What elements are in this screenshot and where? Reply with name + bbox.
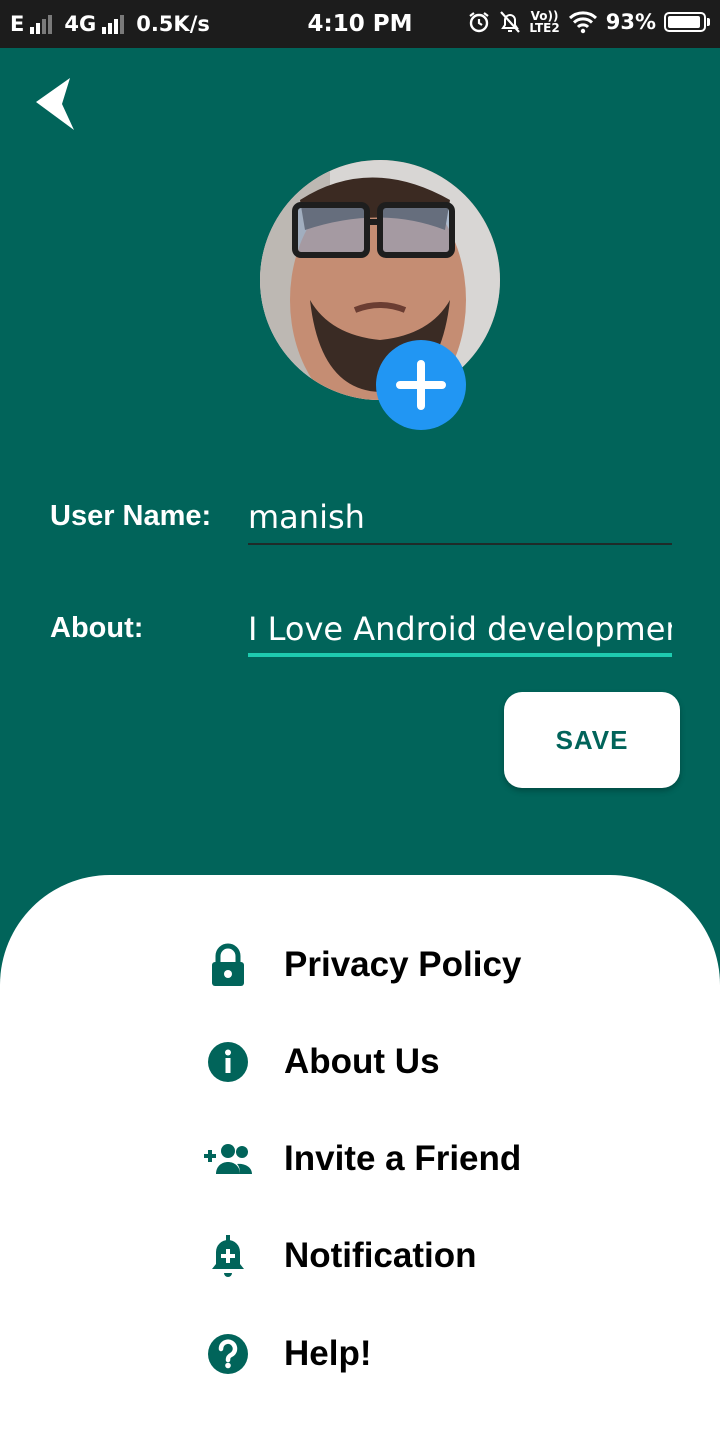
menu-item-label: Notification bbox=[284, 1236, 477, 1275]
help-icon bbox=[196, 1330, 260, 1378]
status-bar: E 4G 0.5K/s 4:10 PM Vo)) LTE2 93% bbox=[0, 0, 720, 48]
volte-indicator: Vo)) LTE2 bbox=[529, 9, 560, 35]
battery-percent: 93% bbox=[605, 10, 656, 34]
wifi-icon bbox=[568, 11, 597, 34]
about-field[interactable] bbox=[248, 609, 672, 649]
menu-item-label: Help! bbox=[284, 1334, 372, 1373]
signal-icon bbox=[30, 14, 53, 34]
chevron-left-icon bbox=[36, 78, 74, 130]
username-field[interactable] bbox=[248, 497, 672, 537]
menu-item-privacy-policy[interactable]: Privacy Policy bbox=[196, 935, 616, 995]
network-speed: 0.5K/s bbox=[136, 12, 210, 36]
menu-item-label: Privacy Policy bbox=[284, 945, 522, 984]
network-type-e: E bbox=[10, 12, 25, 36]
signal-icon bbox=[102, 14, 125, 34]
add-photo-button[interactable] bbox=[376, 340, 466, 430]
plus-icon bbox=[396, 360, 446, 410]
group-add-icon bbox=[196, 1135, 260, 1183]
menu-item-notification[interactable]: Notification bbox=[196, 1226, 616, 1286]
username-underline bbox=[248, 543, 672, 545]
about-underline bbox=[248, 653, 672, 657]
lock-icon bbox=[196, 941, 260, 989]
about-label: About: bbox=[50, 612, 144, 644]
menu-item-about-us[interactable]: About Us bbox=[196, 1032, 616, 1092]
username-label: User Name: bbox=[50, 500, 212, 532]
battery-icon bbox=[664, 12, 710, 32]
info-icon bbox=[196, 1038, 260, 1086]
menu-item-label: About Us bbox=[284, 1042, 440, 1081]
menu-item-help[interactable]: Help! bbox=[196, 1324, 616, 1384]
back-button[interactable] bbox=[32, 74, 80, 134]
save-button[interactable]: SAVE bbox=[504, 692, 680, 788]
settings-menu-sheet: Privacy Policy About Us Invite a Friend … bbox=[0, 875, 720, 1440]
menu-item-label: Invite a Friend bbox=[284, 1139, 522, 1178]
network-type-4g: 4G bbox=[64, 12, 97, 36]
alarm-icon bbox=[469, 12, 489, 33]
bell-plus-icon bbox=[196, 1232, 260, 1280]
notifications-off-icon bbox=[500, 11, 521, 33]
menu-item-invite-friend[interactable]: Invite a Friend bbox=[196, 1129, 616, 1189]
